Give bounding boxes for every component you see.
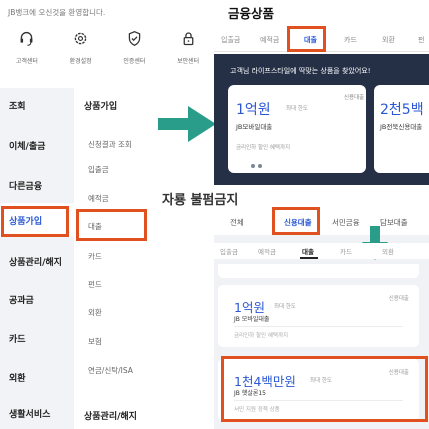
quick-menu-customer-center[interactable]: 고객센터 [0,30,54,76]
category-product-manage[interactable]: 상품관리/해지 [0,244,74,278]
headset-icon [20,31,33,46]
product-desc: 금리인하 할인 혜택까지 [236,145,291,151]
segment-low-income[interactable]: 서민금융 [332,217,360,228]
sub-tab-fx[interactable]: 외환 [382,246,394,256]
tab-fund[interactable]: 펀 [418,35,424,45]
sub-item-card[interactable]: 카드 [88,251,102,262]
gear-icon [74,32,87,45]
highlight-box-loan-tab [287,26,326,52]
carousel-dot[interactable] [240,164,248,168]
product-card[interactable]: 2천5백 JB전북신용대출 [374,85,429,173]
carousel-dot[interactable] [258,164,262,168]
highlight-box-category [1,206,69,237]
category-other-finance[interactable]: 다른금융 [0,168,74,202]
watermark-text: 자룡 불펌금지 [162,193,239,208]
product-amount: 1억원 [236,102,271,118]
product-name: JB모바일대출 [236,123,273,131]
quick-menu-label: 환경설정 [69,58,92,65]
active-sub-tab-indicator [300,257,318,259]
sub-tab-loan[interactable]: 대출 [302,246,314,256]
category-life-service[interactable]: 생활서비스 [0,396,74,429]
highlight-box-loan [76,209,147,241]
quick-menu-label: 고객센터 [15,58,38,65]
category-foreign-exchange[interactable]: 외환 [0,360,74,394]
carousel-dot[interactable] [251,164,255,168]
sub-section-title: 상품가입 [84,102,118,112]
sub-tab-card[interactable]: 카드 [340,246,352,256]
highlight-box-credit-loan [272,207,320,235]
quick-menu: 고객센터 환경설정 인증센터 보안센터 [0,30,215,76]
quick-menu-security-center[interactable]: 보안센터 [161,30,215,76]
product-amount-note: 최대 한도 [286,106,308,112]
product-amount-note: 최대 한도 [274,304,296,310]
category-card[interactable]: 카드 [0,321,74,355]
quick-menu-label: 보안센터 [177,58,200,65]
loan-type-tabs: 전체 신용대출 서민금융 담보대출 [214,207,429,235]
carousel-indicator [240,164,262,168]
sub-item-pension-trust-isa[interactable]: 연금/신탁/ISA [88,365,133,376]
product-name: JB전북신용대출 [380,123,423,131]
quick-menu-auth-center[interactable]: 인증센터 [108,30,162,76]
lock-icon [183,32,194,46]
list-item[interactable]: 신용대출 1억원 최대 한도 JB 모바일대출 금리인하 할인 혜택까지 [218,285,419,347]
product-name: JB 모바일대출 [234,316,270,323]
shield-check-icon [128,31,141,47]
sub-section-title: 상품관리/해지 [84,412,137,422]
sub-item-deposit[interactable]: 입출금 [88,164,109,175]
list-item[interactable] [218,264,419,278]
banner-title: 고객님 라이프스타일에 딱맞는 상품을 찾았어요! [230,67,371,75]
product-tag: 신용대출 [344,95,365,101]
product-tag: 신용대출 [388,296,409,302]
category-utility-bills[interactable]: 공과금 [0,282,74,316]
sub-item-application-result[interactable]: 신청결과 조회 [88,139,132,150]
sub-item-fx[interactable]: 외환 [88,307,102,318]
quick-menu-settings[interactable]: 환경설정 [54,30,108,76]
segment-all[interactable]: 전체 [230,217,244,228]
sub-tab-deposit[interactable]: 입출금 [220,246,238,256]
product-card[interactable]: 신용대출 1억원 최대 한도 JB모바일대출 금리인하 할인 혜택까지 [228,85,366,173]
tab-card[interactable]: 카드 [344,35,357,45]
page-title: 금융상품 [228,6,275,21]
sub-item-savings[interactable]: 예적금 [88,193,109,204]
sub-item-insurance[interactable]: 보험 [88,336,102,347]
product-sub-tab-bar: 입출금 예적금 대출 카드 외환 [214,243,429,259]
category-inquiry[interactable]: 조회 [0,88,74,122]
highlight-box-product-card [221,356,428,422]
quick-menu-label: 인증센터 [123,58,146,65]
tab-fx[interactable]: 외환 [382,35,395,45]
sub-item-fund[interactable]: 펀드 [88,279,102,290]
welcome-notice: JB뱅크에 오신것을 환영합니다. [8,8,106,17]
product-amount: 2천5백 [380,102,424,118]
sub-tab-savings[interactable]: 예적금 [258,246,276,256]
category-transfer[interactable]: 이체/출금 [0,128,74,162]
divider [234,326,403,327]
tab-savings[interactable]: 예적금 [260,35,279,45]
product-desc: 금리인하 할인 혜택까지 [234,333,289,339]
tab-deposit[interactable]: 입출금 [221,35,240,45]
